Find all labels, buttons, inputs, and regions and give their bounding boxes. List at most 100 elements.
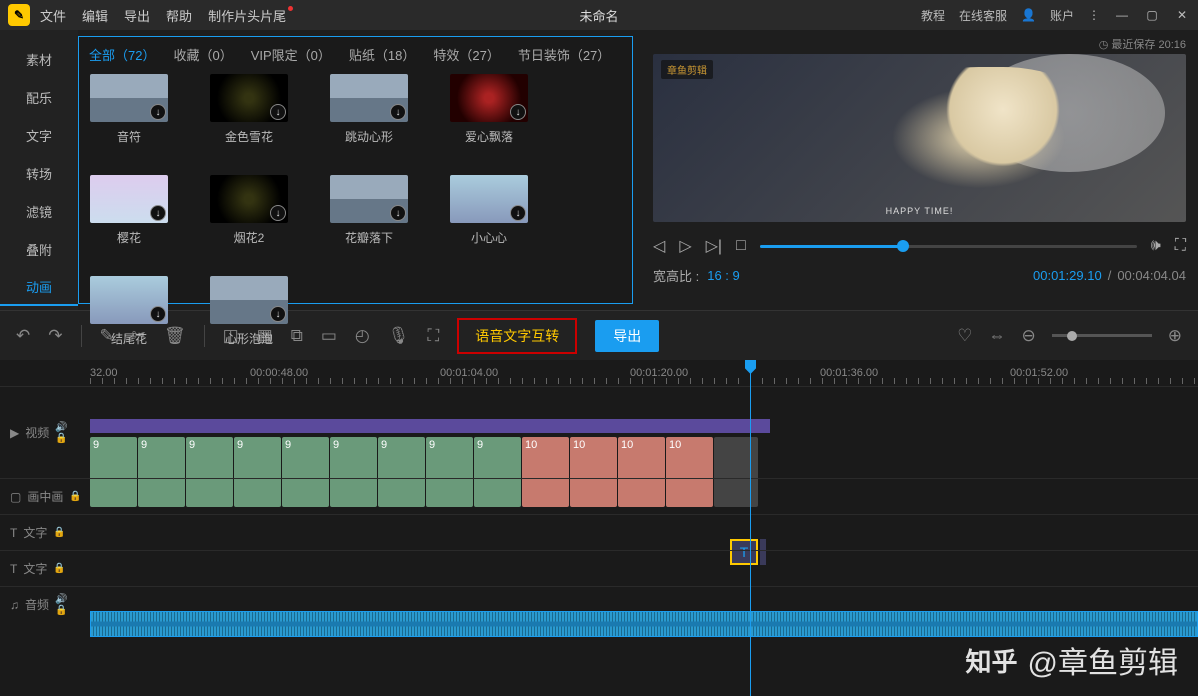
- preview-watermark: 章鱼剪辑: [661, 60, 713, 79]
- track-label: 文字: [23, 560, 47, 577]
- track-video: ▶视频🔊🔒 99999999910101010: [0, 386, 1198, 478]
- menu-file[interactable]: 文件: [40, 6, 66, 25]
- link-tutorial[interactable]: 教程: [921, 7, 945, 24]
- audio-track-icon: ♫: [10, 598, 19, 612]
- download-icon[interactable]: ↓: [150, 104, 166, 120]
- library-item[interactable]: ↓樱花: [89, 175, 169, 246]
- library-item-label: 结尾花: [111, 330, 147, 347]
- more-icon[interactable]: ⋮: [1088, 8, 1100, 22]
- zoom-out-icon[interactable]: ⊖: [1022, 326, 1036, 346]
- aspect-value[interactable]: 16 : 9: [707, 268, 740, 283]
- library-panel: 全部（72）收藏（0）VIP限定（0）贴纸（18）特效（27）节日装饰（27） …: [78, 36, 633, 304]
- library-item-label: 音符: [117, 128, 141, 145]
- save-status: ◷ 最近保存 20:16: [653, 36, 1186, 52]
- library-item-label: 金色雪花: [225, 128, 273, 145]
- track-text-1: T文字🔒 T: [0, 514, 1198, 550]
- side-tab-text[interactable]: 文字: [0, 116, 78, 154]
- app-logo: ✎: [8, 4, 30, 26]
- close-button[interactable]: ✕: [1174, 7, 1190, 23]
- library-tab[interactable]: 贴纸（18）: [349, 45, 415, 64]
- side-tab-music[interactable]: 配乐: [0, 78, 78, 116]
- mute-icon[interactable]: 🔊🔒: [55, 422, 67, 444]
- audio-clip[interactable]: [90, 611, 1198, 637]
- library-item[interactable]: ↓ 爱心飘落: [449, 74, 529, 145]
- pip-track-icon: ▢: [10, 490, 21, 504]
- track-audio: ♫音频🔊🔒: [0, 586, 1198, 622]
- link-service[interactable]: 在线客服: [959, 7, 1007, 24]
- library-item[interactable]: ↓ 烟花2: [209, 175, 289, 246]
- page-watermark: 知乎知乎 @章鱼剪辑@章鱼剪辑: [966, 638, 1178, 682]
- account-label[interactable]: 账户: [1050, 7, 1074, 24]
- timecode-separator: /: [1108, 268, 1112, 283]
- track-text-2: T文字🔒: [0, 550, 1198, 586]
- play-button[interactable]: ▷: [679, 236, 691, 256]
- library-item-label: 小心心: [471, 229, 507, 246]
- download-icon[interactable]: ↓: [270, 104, 286, 120]
- aspect-label: 宽高比 :: [653, 266, 699, 285]
- library-item-label: 花瓣落下: [345, 229, 393, 246]
- library-tab[interactable]: 节日装饰（27）: [518, 45, 610, 64]
- minimize-button[interactable]: —: [1114, 7, 1130, 23]
- download-icon[interactable]: ↓: [150, 205, 166, 221]
- library-item[interactable]: ↓ 花瓣落下: [329, 175, 409, 246]
- zoom-in-icon[interactable]: ⊕: [1168, 326, 1182, 346]
- text-track-icon: T: [10, 526, 17, 540]
- mute-icon[interactable]: 🔊🔒: [55, 594, 67, 616]
- library-item[interactable]: ↓结尾花: [89, 276, 169, 347]
- side-tab-transition[interactable]: 转场: [0, 154, 78, 192]
- download-icon[interactable]: ↓: [150, 306, 166, 322]
- preview-canvas[interactable]: 章鱼剪辑 HAPPY TIME!: [653, 54, 1186, 222]
- lock-icon[interactable]: 🔒: [69, 491, 81, 502]
- stop-button[interactable]: □: [736, 237, 746, 255]
- library-tab[interactable]: 收藏（0）: [173, 45, 232, 64]
- lock-icon[interactable]: 🔒: [53, 527, 65, 538]
- library-item-label: 烟花2: [234, 229, 265, 246]
- menu-edit[interactable]: 编辑: [82, 6, 108, 25]
- download-icon[interactable]: ↓: [270, 306, 286, 322]
- track-label: 文字: [23, 524, 47, 541]
- redo-icon[interactable]: ↷: [48, 326, 62, 346]
- fit-icon[interactable]: ⇔: [989, 326, 1006, 346]
- library-tab[interactable]: 特效（27）: [433, 45, 499, 64]
- time-ruler[interactable]: 32.00 00:00:48.00 00:01:04.00 00:01:20.0…: [0, 360, 1198, 386]
- fullscreen-icon[interactable]: ⛶: [1175, 237, 1186, 255]
- library-item[interactable]: ↓ 音符: [89, 74, 169, 145]
- side-tabs: 素材 配乐 文字 转场 滤镜 叠附 动画: [0, 30, 78, 310]
- side-tab-animation[interactable]: 动画: [0, 268, 78, 306]
- download-icon[interactable]: ↓: [510, 205, 526, 221]
- side-tab-overlay[interactable]: 叠附: [0, 230, 78, 268]
- library-tab[interactable]: VIP限定（0）: [251, 45, 331, 64]
- playhead[interactable]: [750, 360, 751, 696]
- zoom-slider[interactable]: [1052, 334, 1152, 337]
- prev-frame-button[interactable]: ◁: [653, 236, 665, 256]
- volume-icon[interactable]: 🕪: [1151, 237, 1161, 255]
- side-tab-filter[interactable]: 滤镜: [0, 192, 78, 230]
- preview-art-figure: [856, 67, 1101, 208]
- library-tab[interactable]: 全部（72）: [89, 45, 155, 64]
- library-item[interactable]: ↓ 金色雪花: [209, 74, 289, 145]
- menu-help[interactable]: 帮助: [166, 6, 192, 25]
- library-item[interactable]: ↓小心心: [449, 175, 529, 246]
- download-icon[interactable]: ↓: [510, 104, 526, 120]
- preview-panel: ◷ 最近保存 20:16 章鱼剪辑 HAPPY TIME! ◁ ▷ ▷| □ 🕪…: [641, 30, 1198, 310]
- lock-icon[interactable]: 🔒: [53, 563, 65, 574]
- library-item[interactable]: ↓ 心形泡泡: [209, 276, 289, 347]
- library-item-label: 心形泡泡: [225, 330, 273, 347]
- track-label: 视频: [25, 424, 49, 441]
- track-label: 画中画: [27, 488, 63, 505]
- library-item-label: 爱心飘落: [465, 128, 513, 145]
- undo-icon[interactable]: ↶: [16, 326, 30, 346]
- side-tab-material[interactable]: 素材: [0, 40, 78, 78]
- download-icon[interactable]: ↓: [390, 104, 406, 120]
- library-item[interactable]: ↓跳动心形: [329, 74, 409, 145]
- next-frame-button[interactable]: ▷|: [706, 236, 722, 256]
- download-icon[interactable]: ↓: [390, 205, 406, 221]
- menu-intro-outro[interactable]: 制作片头片尾: [208, 6, 293, 25]
- download-icon[interactable]: ↓: [270, 205, 286, 221]
- marker-icon[interactable]: ♡: [957, 326, 972, 346]
- maximize-button[interactable]: ▢: [1144, 7, 1160, 23]
- project-title: 未命名: [579, 6, 618, 25]
- seek-bar[interactable]: [760, 245, 1137, 248]
- menu-export[interactable]: 导出: [124, 6, 150, 25]
- timecode-current: 00:01:29.10: [1033, 268, 1102, 283]
